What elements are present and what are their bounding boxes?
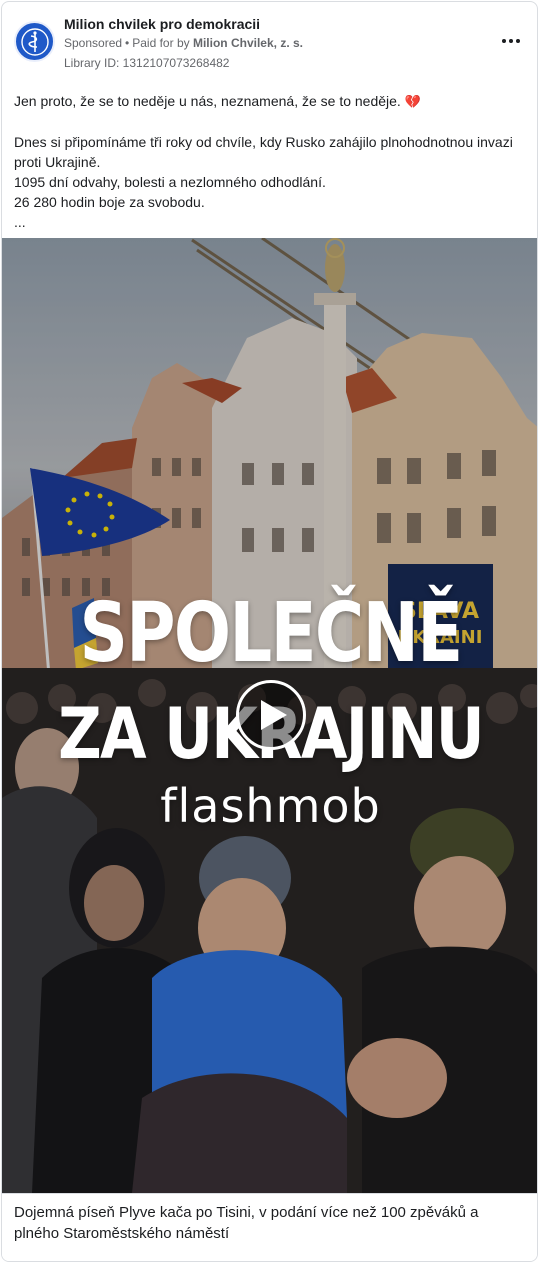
- broken-heart-icon: 💔: [404, 94, 421, 109]
- post-body-text: Jen proto, že se to neděje u nás, neznam…: [14, 91, 529, 232]
- video-title-line-1: SPOLEČNĚ: [79, 586, 463, 681]
- sponsored-label: Sponsored: [64, 36, 123, 50]
- payer-name[interactable]: Milion Chvilek, z. s.: [193, 36, 303, 50]
- page-avatar[interactable]: [14, 21, 55, 62]
- ad-post-card: Milion chvilek pro demokracii Sponsored •…: [1, 1, 538, 1262]
- video-subtitle: flashmob: [160, 779, 381, 833]
- post-line-4: 26 280 hodin boje za svobodu.: [14, 194, 205, 210]
- more-options-button[interactable]: [497, 30, 525, 52]
- play-button[interactable]: [236, 680, 306, 750]
- more-horizontal-icon: [502, 39, 506, 43]
- post-line-1: Jen proto, že se to neděje u nás, neznam…: [14, 93, 421, 109]
- video-caption: Dojemná píseň Plyve kača po Tisini, v po…: [2, 1193, 537, 1261]
- post-header: Milion chvilek pro demokracii Sponsored •…: [2, 2, 537, 80]
- post-line-2: Dnes si připomínáme tři roky od chvíle, …: [14, 134, 513, 170]
- milion-chvilek-logo-icon: [20, 27, 49, 56]
- separator-dot: •: [125, 36, 130, 50]
- paid-for-label: Paid for by: [132, 36, 190, 50]
- page-name-link[interactable]: Milion chvilek pro demokracii: [64, 16, 260, 32]
- library-id: Library ID: 1312107073268482: [64, 56, 230, 70]
- see-more-ellipsis[interactable]: ...: [14, 212, 529, 232]
- caption-text[interactable]: Dojemná píseň Plyve kača po Tisini, v po…: [14, 1202, 524, 1244]
- sponsored-line: Sponsored • Paid for by Milion Chvilek, z.…: [64, 36, 303, 50]
- play-icon: [261, 700, 287, 730]
- video-thumbnail[interactable]: SLAVA UKRAINI SPOLEČNĚ ZA UKRAJINU flash…: [2, 238, 537, 1193]
- post-line-3: 1095 dní odvahy, bolesti a nezlomného od…: [14, 174, 326, 190]
